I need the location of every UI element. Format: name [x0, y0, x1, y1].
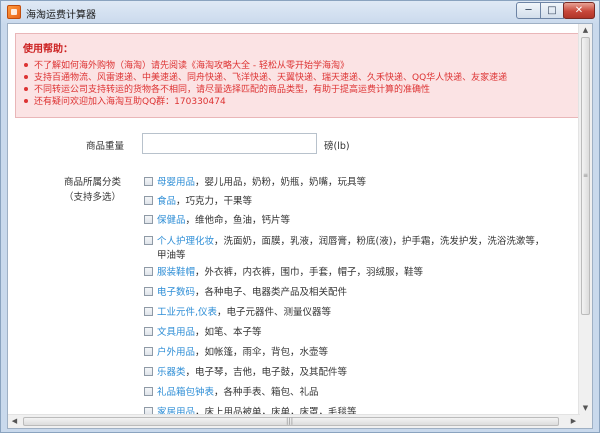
category-option[interactable]: 保健品，维他命，鱼油，钙片等 — [144, 214, 290, 228]
content-area: 使用帮助： 不了解如何海外购物（海淘）请先阅读《海淘攻略大全 - 轻松从零开始学… — [7, 23, 593, 429]
help-panel: 使用帮助： 不了解如何海外购物（海淘）请先阅读《海淘攻略大全 - 轻松从零开始学… — [15, 33, 586, 118]
bullet-icon — [24, 99, 28, 103]
category-label-title: 商品所属分类 — [64, 177, 122, 188]
category-name[interactable]: 户外用品 — [157, 347, 195, 358]
category-label: 商品所属分类 （支持多选） — [64, 175, 121, 205]
scroll-left-icon[interactable]: ◀ — [8, 415, 21, 428]
scroll-down-icon[interactable]: ▼ — [579, 402, 592, 415]
category-desc: ，各种电子、电器类产品及相关配件 — [195, 287, 348, 298]
category-desc: ，外衣裤，内衣裤，围巾，手套，帽子，羽绒服，鞋等 — [195, 267, 424, 278]
help-item: 还有疑问欢迎加入海淘互助QQ群：170330474 — [23, 94, 226, 107]
category-option[interactable]: 工业元件,仪表，电子元器件、测量仪器等 — [144, 306, 331, 320]
category-desc: ，婴儿用品，奶粉，奶瓶，奶嘴，玩具等 — [195, 177, 367, 188]
category-desc: ，巧克力，干果等 — [176, 196, 253, 207]
grip-icon: ≡ — [583, 172, 589, 179]
category-option[interactable]: 礼品箱包钟表，各种手表、箱包、礼品 — [144, 386, 319, 400]
bullet-icon — [24, 87, 28, 91]
checkbox[interactable] — [144, 387, 153, 396]
checkbox[interactable] — [144, 327, 153, 336]
category-option[interactable]: 服装鞋帽，外衣裤，内衣裤，围巾，手套，帽子，羽绒服，鞋等 — [144, 266, 423, 280]
category-name[interactable]: 电子数码 — [157, 287, 195, 298]
category-desc-continued: 甲油等 — [157, 250, 186, 261]
category-desc: ，维他命，鱼油，钙片等 — [185, 215, 291, 226]
help-item-text: 还有疑问欢迎加入海淘互助QQ群：170330474 — [34, 97, 226, 107]
checkbox[interactable] — [144, 287, 153, 296]
horizontal-scroll-thumb[interactable]: ||| — [23, 417, 559, 426]
category-desc: ，电子元器件、测量仪器等 — [217, 307, 332, 318]
title-bar[interactable]: 海淘运费计算器 ─ □ ✕ — [1, 1, 599, 23]
maximize-button[interactable]: □ — [540, 2, 564, 19]
horizontal-scrollbar[interactable]: ◀ ||| ▶ — [8, 414, 580, 428]
app-window: 海淘运费计算器 ─ □ ✕ 使用帮助： 不了解如何海外购物（海淘）请先阅读《海淘… — [0, 0, 600, 433]
category-label-hint: （支持多选） — [64, 192, 122, 203]
minimize-icon: ─ — [525, 5, 532, 16]
checkbox[interactable] — [144, 347, 153, 356]
app-icon — [7, 5, 21, 19]
category-desc: ，洗面奶，面膜，乳液，润唇膏，粉底(液)，护手霜，洗发护发，洗浴洗漱等， — [214, 236, 545, 247]
checkbox[interactable] — [144, 307, 153, 316]
category-option[interactable]: 电子数码，各种电子、电器类产品及相关配件 — [144, 286, 347, 300]
category-option[interactable]: 母婴用品，婴儿用品，奶粉，奶瓶，奶嘴，玩具等 — [144, 176, 366, 190]
category-option[interactable]: 食品，巧克力，干果等 — [144, 195, 252, 209]
category-name[interactable]: 文具用品 — [157, 327, 195, 338]
weight-input[interactable] — [142, 133, 317, 154]
category-option[interactable]: 文具用品，如笔、本子等 — [144, 326, 262, 340]
category-option[interactable]: 户外用品，如帐篷，雨伞，背包，水壶等 — [144, 346, 328, 360]
scrollbar-corner — [579, 415, 592, 428]
maximize-icon: □ — [547, 5, 557, 16]
grip-icon: ||| — [286, 417, 294, 425]
close-button[interactable]: ✕ — [563, 2, 595, 19]
category-name[interactable]: 母婴用品 — [157, 177, 195, 188]
checkbox[interactable] — [144, 177, 153, 186]
scroll-up-icon[interactable]: ▲ — [579, 24, 592, 37]
category-name[interactable]: 服装鞋帽 — [157, 267, 195, 278]
vertical-scrollbar[interactable]: ▲ ≡ ▼ — [578, 24, 592, 415]
category-desc: ，如帐篷，雨伞，背包，水壶等 — [195, 347, 329, 358]
weight-unit: 磅(lb) — [324, 141, 350, 152]
category-name[interactable]: 乐器类 — [157, 367, 186, 378]
category-desc: ，电子琴，吉他，电子鼓，及其配件等 — [185, 367, 348, 378]
bullet-icon — [24, 75, 28, 79]
category-name[interactable]: 食品 — [157, 196, 176, 207]
category-desc: ，各种手表、箱包、礼品 — [214, 387, 319, 398]
weight-label: 商品重量 — [86, 141, 125, 152]
bullet-icon — [24, 63, 28, 67]
category-name[interactable]: 礼品箱包钟表 — [157, 387, 214, 398]
category-name[interactable]: 个人护理化妆 — [157, 236, 214, 247]
minimize-button[interactable]: ─ — [516, 2, 541, 19]
category-desc: ，如笔、本子等 — [195, 327, 262, 338]
checkbox[interactable] — [144, 215, 153, 224]
close-icon: ✕ — [574, 5, 584, 16]
category-option[interactable]: 乐器类，电子琴，吉他，电子鼓，及其配件等 — [144, 366, 347, 380]
category-option[interactable]: 个人护理化妆，洗面奶，面膜，乳液，润唇膏，粉底(液)，护手霜，洗发护发，洗浴洗漱… — [144, 235, 544, 249]
checkbox[interactable] — [144, 236, 153, 245]
category-name[interactable]: 保健品 — [157, 215, 186, 226]
checkbox[interactable] — [144, 196, 153, 205]
category-name[interactable]: 工业元件,仪表 — [157, 307, 217, 318]
help-title: 使用帮助： — [23, 44, 73, 55]
vertical-scroll-thumb[interactable]: ≡ — [581, 37, 590, 315]
checkbox[interactable] — [144, 267, 153, 276]
window-title: 海淘运费计算器 — [26, 10, 96, 21]
checkbox[interactable] — [144, 367, 153, 376]
